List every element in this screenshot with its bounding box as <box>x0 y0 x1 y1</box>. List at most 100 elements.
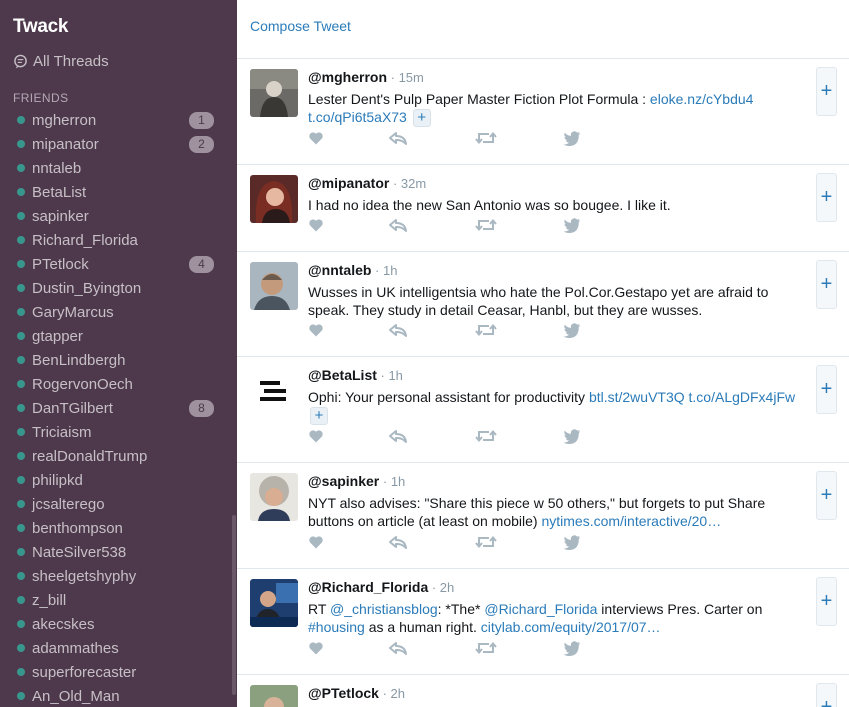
friend-item[interactable]: realDonaldTrump <box>0 444 237 468</box>
sidebar: Twack All Threads FRIENDS mgherron 1 mipan… <box>0 0 237 707</box>
tweet-link[interactable]: eloke.nz/cYbdu4 <box>650 91 754 107</box>
add-button[interactable]: + <box>816 471 837 520</box>
friend-item[interactable]: nntaleb <box>0 156 237 180</box>
compose-tweet-button[interactable]: Compose Tweet <box>250 18 351 34</box>
avatar[interactable] <box>250 69 298 117</box>
like-icon[interactable] <box>308 130 330 148</box>
friend-item[interactable]: GaryMarcus <box>0 300 237 324</box>
reply-icon[interactable] <box>388 640 410 658</box>
twitter-icon[interactable] <box>563 534 585 552</box>
friend-item[interactable]: BenLindbergh <box>0 348 237 372</box>
tweet-card: @BetaList · 1h Ophi: Your personal assist… <box>237 357 849 463</box>
friend-item[interactable]: jcsalterego <box>0 492 237 516</box>
tweet-handle[interactable]: @sapinker <box>308 473 379 489</box>
twitter-icon[interactable] <box>563 640 585 658</box>
like-icon[interactable] <box>308 640 330 658</box>
retweet-icon[interactable] <box>474 322 497 340</box>
reply-icon[interactable] <box>388 534 410 552</box>
retweet-icon[interactable] <box>474 217 497 235</box>
friend-item[interactable]: mipanator 2 <box>0 132 237 156</box>
tweet-handle[interactable]: @BetaList <box>308 367 377 383</box>
friend-item[interactable]: Richard_Florida <box>0 228 237 252</box>
tweet-link[interactable]: @Richard_Florida <box>484 601 597 617</box>
tweet-link[interactable]: nytimes.com/interactive/20… <box>541 513 721 529</box>
twitter-icon[interactable] <box>563 217 585 235</box>
friend-item[interactable]: sapinker <box>0 204 237 228</box>
retweet-icon[interactable] <box>474 534 497 552</box>
friend-item[interactable]: adammathes <box>0 636 237 660</box>
expand-media-button[interactable]: + <box>412 109 431 128</box>
expand-media-button[interactable]: + <box>310 407 328 426</box>
avatar[interactable] <box>250 367 298 415</box>
tweet-card: @PTetlock · 2h + <box>237 675 849 707</box>
add-button[interactable]: + <box>816 683 837 707</box>
friend-item[interactable]: philipkd <box>0 468 237 492</box>
like-icon[interactable] <box>308 428 330 446</box>
friends-section-label: FRIENDS <box>13 91 69 105</box>
tweet-time[interactable]: 1h <box>388 368 402 383</box>
friend-item[interactable]: Triciaism <box>0 420 237 444</box>
sidebar-scrollbar[interactable] <box>232 515 236 695</box>
twitter-icon[interactable] <box>563 322 585 340</box>
friend-item[interactable]: An_Old_Man <box>0 684 237 707</box>
friend-item[interactable]: superforecaster <box>0 660 237 684</box>
friend-item[interactable]: RogervonOech <box>0 372 237 396</box>
reply-icon[interactable] <box>388 217 410 235</box>
avatar[interactable] <box>250 685 298 707</box>
tweet-handle[interactable]: @PTetlock <box>308 685 379 701</box>
reply-icon[interactable] <box>388 130 410 148</box>
add-button[interactable]: + <box>816 577 837 626</box>
tweet-link[interactable]: #housing <box>308 619 365 635</box>
tweet-handle[interactable]: @mgherron <box>308 69 387 85</box>
tweet-link[interactable]: @_christiansblog <box>330 601 438 617</box>
avatar[interactable] <box>250 262 298 310</box>
like-icon[interactable] <box>308 322 330 340</box>
tweet-link[interactable]: t.co/qPi6t5aX73 <box>308 109 407 125</box>
tweet-time[interactable]: 1h <box>383 263 397 278</box>
twitter-icon[interactable] <box>563 130 585 148</box>
add-button[interactable]: + <box>816 365 837 414</box>
reply-icon[interactable] <box>388 428 410 446</box>
tweet-time[interactable]: 2h <box>440 580 454 595</box>
friend-item[interactable]: DanTGilbert 8 <box>0 396 237 420</box>
friend-item[interactable]: sheelgetshyphy <box>0 564 237 588</box>
avatar[interactable] <box>250 473 298 521</box>
like-icon[interactable] <box>308 534 330 552</box>
tweet-time[interactable]: 2h <box>391 686 405 701</box>
avatar[interactable] <box>250 579 298 627</box>
like-icon[interactable] <box>308 217 330 235</box>
friend-item[interactable]: PTetlock 4 <box>0 252 237 276</box>
online-status-dot <box>17 332 25 340</box>
retweet-icon[interactable] <box>474 428 497 446</box>
tweet-time[interactable]: 32m <box>401 176 426 191</box>
friend-item[interactable]: Dustin_Byington <box>0 276 237 300</box>
tweet-handle[interactable]: @nntaleb <box>308 262 371 278</box>
avatar[interactable] <box>250 175 298 223</box>
tweet-handle[interactable]: @mipanator <box>308 175 389 191</box>
tweet-link[interactable]: citylab.com/equity/2017/07… <box>481 619 661 635</box>
retweet-icon[interactable] <box>474 130 497 148</box>
add-button[interactable]: + <box>816 260 837 309</box>
online-status-dot <box>17 500 25 508</box>
friend-item[interactable]: gtapper <box>0 324 237 348</box>
retweet-icon[interactable] <box>474 640 497 658</box>
friend-item[interactable]: benthompson <box>0 516 237 540</box>
friend-item[interactable]: z_bill <box>0 588 237 612</box>
friend-item[interactable]: BetaList <box>0 180 237 204</box>
friend-item[interactable]: akecskes <box>0 612 237 636</box>
tweet-link[interactable]: btl.st/2wuVT3Q <box>589 389 685 405</box>
friend-item[interactable]: mgherron 1 <box>0 108 237 132</box>
tweet-time[interactable]: 15m <box>399 70 424 85</box>
tweet-actions <box>308 130 608 148</box>
tweet-text: Wusses in UK intelligentsia who hate the… <box>308 283 813 319</box>
tweet-time[interactable]: 1h <box>391 474 405 489</box>
reply-icon[interactable] <box>388 322 410 340</box>
tweet-link[interactable]: t.co/ALgDFx4jFw <box>689 389 796 405</box>
tweet-handle[interactable]: @Richard_Florida <box>308 579 428 595</box>
friend-item[interactable]: NateSilver538 <box>0 540 237 564</box>
all-threads-link[interactable]: All Threads <box>13 51 109 71</box>
twitter-icon[interactable] <box>563 428 585 446</box>
online-status-dot <box>17 164 25 172</box>
add-button[interactable]: + <box>816 173 837 222</box>
add-button[interactable]: + <box>816 67 837 116</box>
